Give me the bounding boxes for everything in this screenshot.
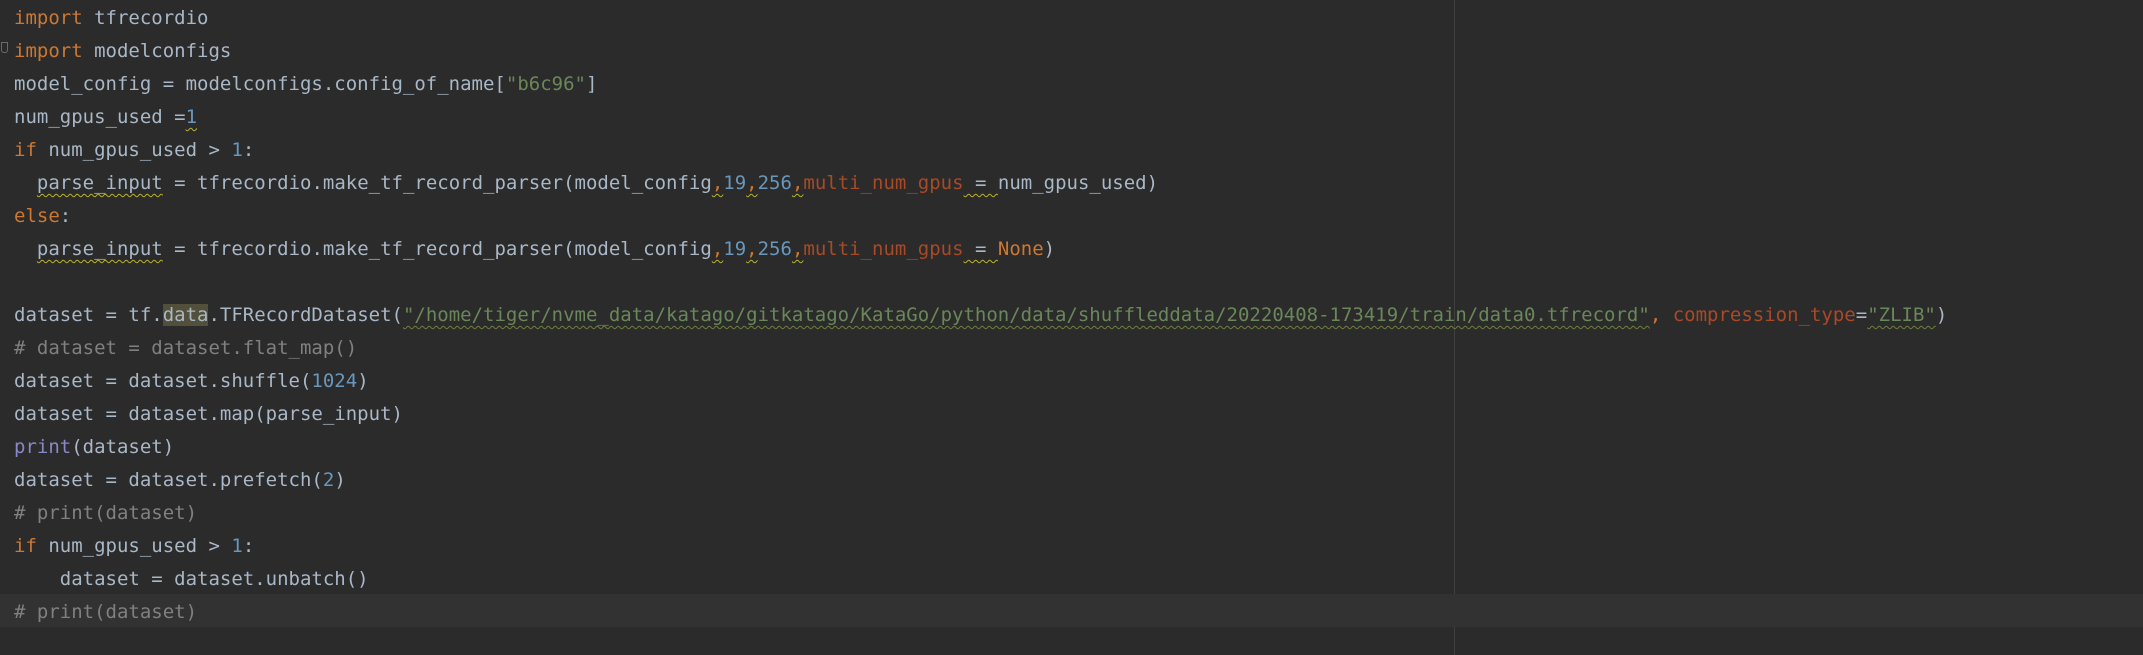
code-line-16[interactable]: # print(dataset) [14, 497, 2143, 530]
code-text: = [963, 172, 998, 194]
code-text: ) [1146, 172, 1159, 194]
code-text: modelconfigs [82, 40, 232, 62]
builtin-function: print [14, 436, 72, 458]
code-text: ) [1935, 304, 1948, 326]
keyword: import [14, 40, 83, 62]
code-line-4[interactable]: num_gpus_used =1 [14, 101, 2143, 134]
variable: parse_input [36, 172, 163, 194]
string-literal: "b6c96" [505, 73, 586, 95]
code-line-17[interactable]: if num_gpus_used > 1: [14, 530, 2143, 563]
code-text: .TFRecordDataset( [208, 304, 403, 326]
code-text: ) [334, 469, 346, 491]
code-text: : [242, 535, 255, 557]
code-line-1[interactable]: import tfrecordio [14, 2, 2143, 35]
comma: , [791, 238, 804, 260]
string-literal: "ZLIB" [1867, 304, 1936, 326]
code-text: num_gpus_used [997, 172, 1147, 194]
code-text: num_gpus_used > [36, 139, 232, 161]
code-line-11[interactable]: # dataset = dataset.flat_map() [14, 332, 2143, 365]
code-text: num_gpus_used = [14, 106, 186, 128]
code-line-5[interactable]: if num_gpus_used > 1: [14, 134, 2143, 167]
number-literal: 1 [231, 535, 243, 557]
code-text: ) [1043, 238, 1056, 260]
number-literal: 19 [723, 238, 747, 260]
number-literal: 256 [757, 238, 792, 260]
code-text: dataset = dataset.shuffle( [14, 370, 312, 392]
code-text: : [59, 205, 72, 227]
comma: , [1649, 304, 1673, 326]
code-line-18[interactable]: dataset = dataset.unbatch() [14, 563, 2143, 596]
number-literal: 256 [757, 172, 792, 194]
code-editor[interactable]: import tfrecordio import modelconfigs mo… [0, 0, 2143, 655]
code-line-13[interactable]: dataset = dataset.map(parse_input) [14, 398, 2143, 431]
none-literal: None [997, 238, 1044, 260]
number-literal: 1 [231, 139, 243, 161]
code-line-12[interactable]: dataset = dataset.shuffle(1024) [14, 365, 2143, 398]
variable: parse_input [36, 238, 163, 260]
code-text: = tfrecordio.make_tf_record_parser(model… [162, 238, 712, 260]
code-line-9[interactable] [14, 266, 2143, 299]
code-line-8[interactable]: parse_input = tfrecordio.make_tf_record_… [14, 233, 2143, 266]
keyword-argument: multi_num_gpus [803, 238, 964, 260]
code-lines[interactable]: import tfrecordio import modelconfigs mo… [14, 2, 2143, 629]
code-text: = [1855, 304, 1868, 326]
code-text: tfrecordio [82, 7, 209, 29]
comma: , [711, 172, 724, 194]
comma: , [746, 172, 758, 194]
comma: , [746, 238, 758, 260]
keyword: if [14, 139, 37, 161]
code-text: dataset = tf. [14, 304, 163, 326]
number-literal: 2 [322, 469, 335, 491]
code-text: : [242, 139, 255, 161]
code-text: num_gpus_used > [36, 535, 232, 557]
fold-marker-icon[interactable] [1, 42, 8, 53]
comma: , [711, 238, 724, 260]
keyword: else [14, 205, 60, 227]
keyword-argument: compression_type [1672, 304, 1856, 326]
code-line-2[interactable]: import modelconfigs [14, 35, 2143, 68]
editor-gutter [0, 0, 12, 655]
code-text: ] [585, 73, 598, 95]
code-line-6[interactable]: parse_input = tfrecordio.make_tf_record_… [14, 167, 2143, 200]
code-line-19[interactable]: # print(dataset) [14, 596, 2143, 629]
code-line-7[interactable]: else: [14, 200, 2143, 233]
string-literal: "/home/tiger/nvme_data/katago/gitkatago/… [402, 304, 1650, 326]
code-line-15[interactable]: dataset = dataset.prefetch(2) [14, 464, 2143, 497]
number-literal: 1 [185, 106, 198, 128]
number-literal: 19 [723, 172, 747, 194]
code-text: (dataset) [71, 436, 175, 458]
code-text: dataset = dataset.prefetch( [14, 469, 323, 491]
comma: , [791, 172, 804, 194]
keyword-argument: multi_num_gpus [803, 172, 964, 194]
keyword: import [14, 7, 83, 29]
code-line-3[interactable]: model_config = modelconfigs.config_of_na… [14, 68, 2143, 101]
keyword: if [14, 535, 37, 557]
number-literal: 1024 [311, 370, 358, 392]
code-line-14[interactable]: print(dataset) [14, 431, 2143, 464]
code-text: = tfrecordio.make_tf_record_parser(model… [162, 172, 712, 194]
highlighted-identifier: data [162, 304, 209, 326]
code-text: model_config = modelconfigs.config_of_na… [14, 73, 506, 95]
code-line-10[interactable]: dataset = tf.data.TFRecordDataset("/home… [14, 299, 2143, 332]
code-text: ) [357, 370, 369, 392]
code-text: = [963, 238, 998, 260]
